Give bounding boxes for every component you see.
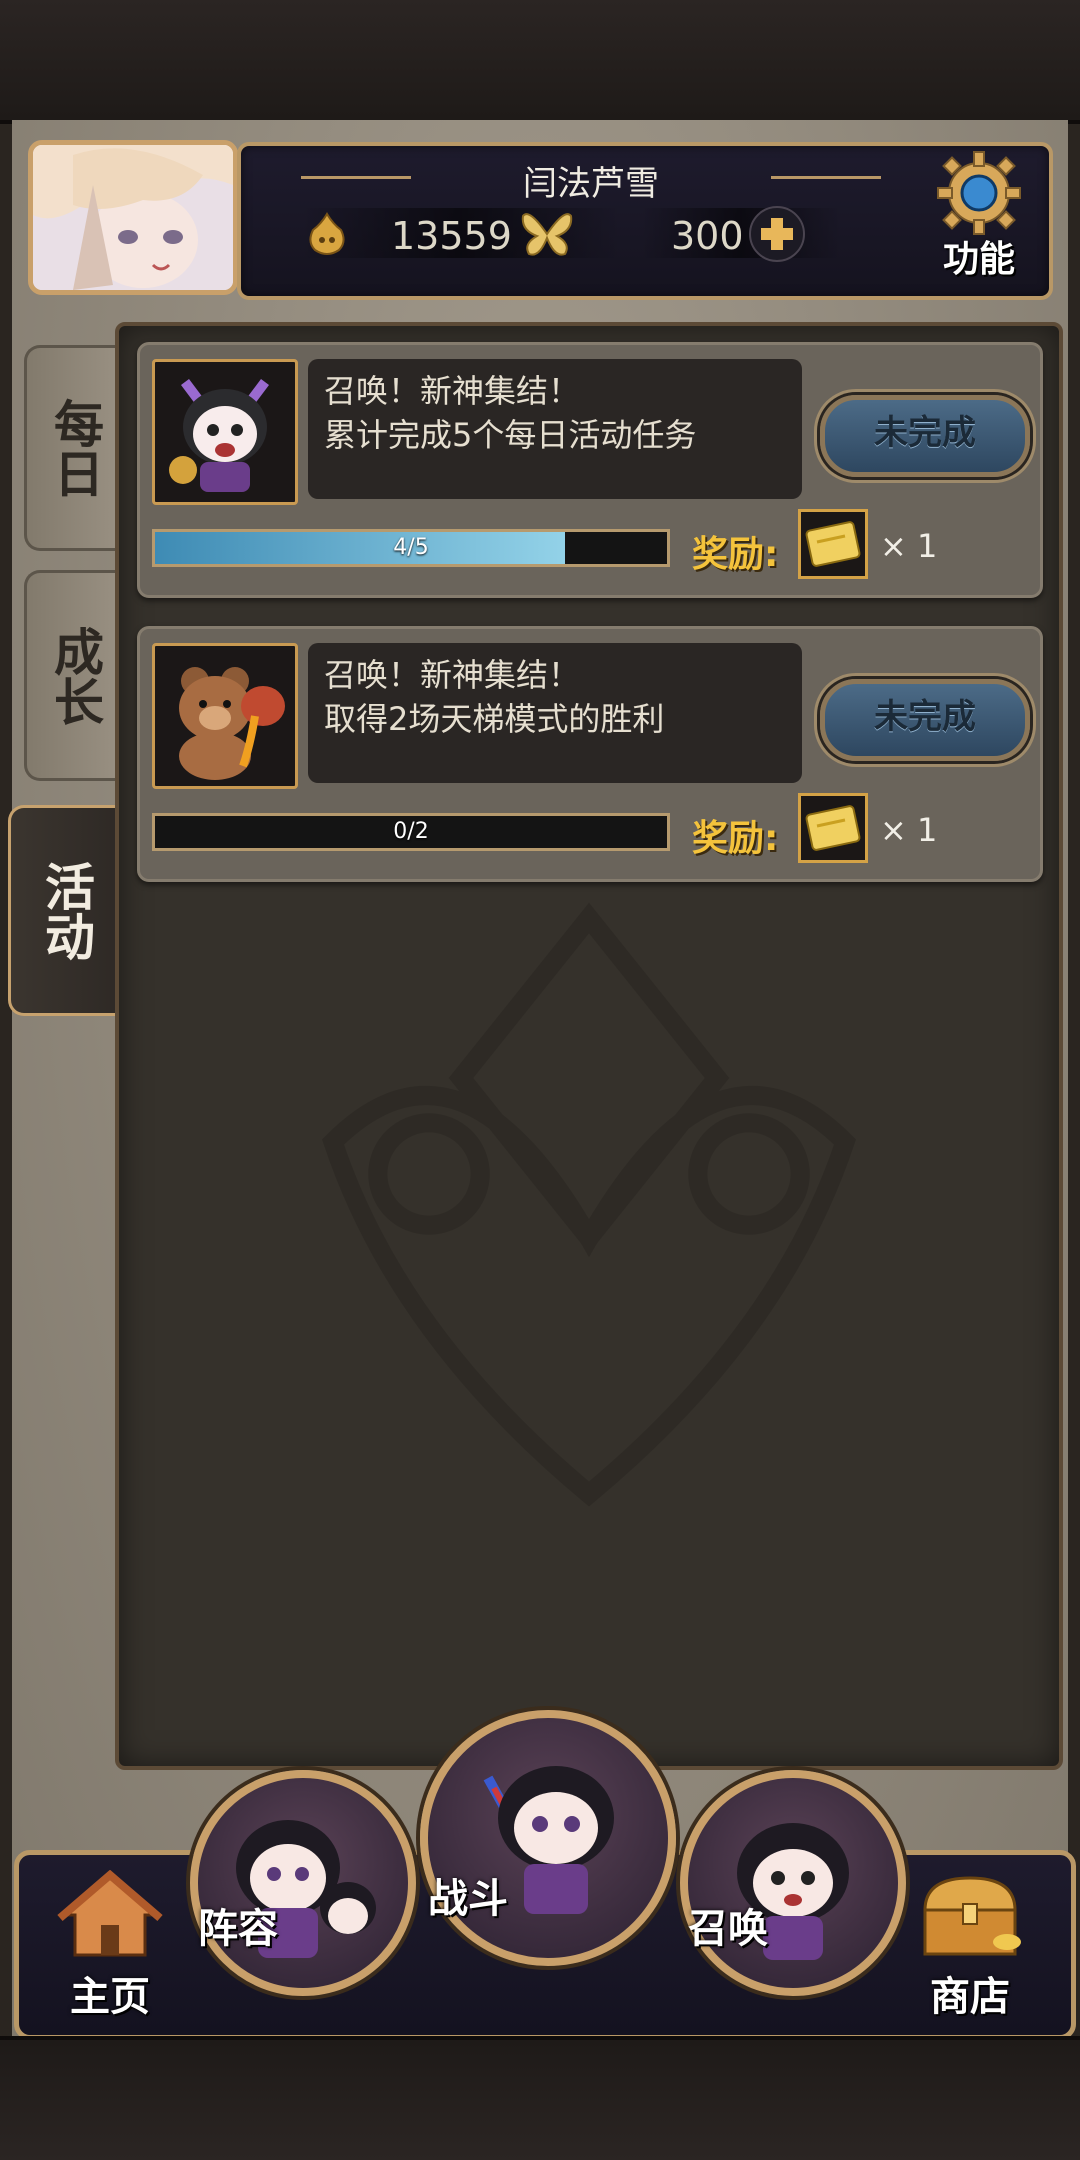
teddy-bear-icon [179, 667, 285, 780]
nav-battle-label: 战斗 [428, 1876, 508, 1922]
function-button[interactable]: 功能 [929, 148, 1029, 288]
nav-summon-label: 召唤 [688, 1906, 768, 1952]
background-ornament-icon [322, 902, 856, 1507]
player-avatar[interactable] [28, 140, 238, 295]
nav-summon-button[interactable]: 召唤 [680, 1770, 906, 1996]
nav-shop-label: 商店 [930, 1974, 1010, 2020]
reward-label: 奖励: [692, 534, 779, 575]
task-icon [152, 643, 298, 789]
gold-coin-icon [309, 212, 345, 255]
task-list-panel: 召唤！新神集结！ 累计完成5个每日活动任务 未完成 4/5 奖励: × 1 召唤… [115, 322, 1063, 1770]
task-card: 召唤！新神集结！ 取得2场天梯模式的胜利 未完成 0/2 奖励: × 1 [137, 626, 1043, 882]
incomplete-status-button[interactable]: 未完成 [820, 679, 1030, 761]
summon-chibi-icon [737, 1823, 849, 1960]
reward-item[interactable] [798, 509, 868, 579]
task-icon [152, 359, 298, 505]
team-chibi-icon [236, 1820, 376, 1958]
header: 闫法芦雪 13559 300 功能 [12, 122, 1068, 300]
reward-quantity: × 1 [880, 811, 938, 849]
chibi-girl-icon [169, 379, 269, 492]
reward-quantity: × 1 [880, 527, 938, 565]
nav-home-button[interactable]: 主页 [40, 1869, 180, 2020]
bottom-decorative-strip [0, 2036, 1080, 2160]
nav-shop-button[interactable]: 商店 [900, 1870, 1040, 2020]
reward-item[interactable] [798, 793, 868, 863]
gold-amount: 13559 [391, 214, 512, 258]
avatar-portrait-icon [33, 145, 233, 290]
task-description-box: 召唤！新神集结！ 累计完成5个每日活动任务 [308, 359, 802, 499]
home-icon [57, 1869, 163, 1957]
tab-growth[interactable]: 成长 [24, 570, 123, 781]
gem-amount: 300 [671, 214, 744, 258]
treasure-chest-icon [923, 1876, 1021, 1956]
progress-text: 4/5 [393, 535, 429, 560]
player-name: 闫法芦雪 [523, 164, 659, 204]
task-title: 召唤！新神集结！ [324, 372, 581, 410]
reward-label: 奖励: [692, 818, 779, 859]
nav-team-button[interactable]: 阵容 [190, 1770, 416, 1996]
progress-bar: 4/5 [152, 529, 670, 567]
nav-home-label: 主页 [70, 1974, 150, 2020]
task-title: 召唤！新神集结！ [324, 656, 581, 694]
tab-activity[interactable]: 活动 [8, 805, 121, 1016]
butterfly-icon [521, 213, 573, 256]
progress-text: 0/2 [393, 819, 429, 844]
task-description-box: 召唤！新神集结！ 取得2场天梯模式的胜利 [308, 643, 802, 783]
add-icon [761, 218, 793, 250]
top-decorative-strip [0, 0, 1080, 124]
task-description: 取得2场天梯模式的胜利 [324, 700, 665, 738]
incomplete-status-button[interactable]: 未完成 [820, 395, 1030, 477]
gear-icon [937, 151, 1021, 235]
player-info-panel: 闫法芦雪 13559 300 功能 [237, 142, 1053, 300]
tab-daily[interactable]: 每日 [24, 345, 123, 551]
function-label: 功能 [942, 239, 1015, 280]
task-card: 召唤！新神集结！ 累计完成5个每日活动任务 未完成 4/5 奖励: × 1 [137, 342, 1043, 598]
ticket-icon [805, 521, 861, 567]
progress-bar: 0/2 [152, 813, 670, 851]
nav-battle-button[interactable]: 战斗 [420, 1710, 676, 1966]
ticket-icon [805, 805, 861, 851]
add-currency-button[interactable] [749, 206, 805, 262]
task-description: 累计完成5个每日活动任务 [324, 416, 697, 454]
nav-team-label: 阵容 [198, 1906, 278, 1952]
